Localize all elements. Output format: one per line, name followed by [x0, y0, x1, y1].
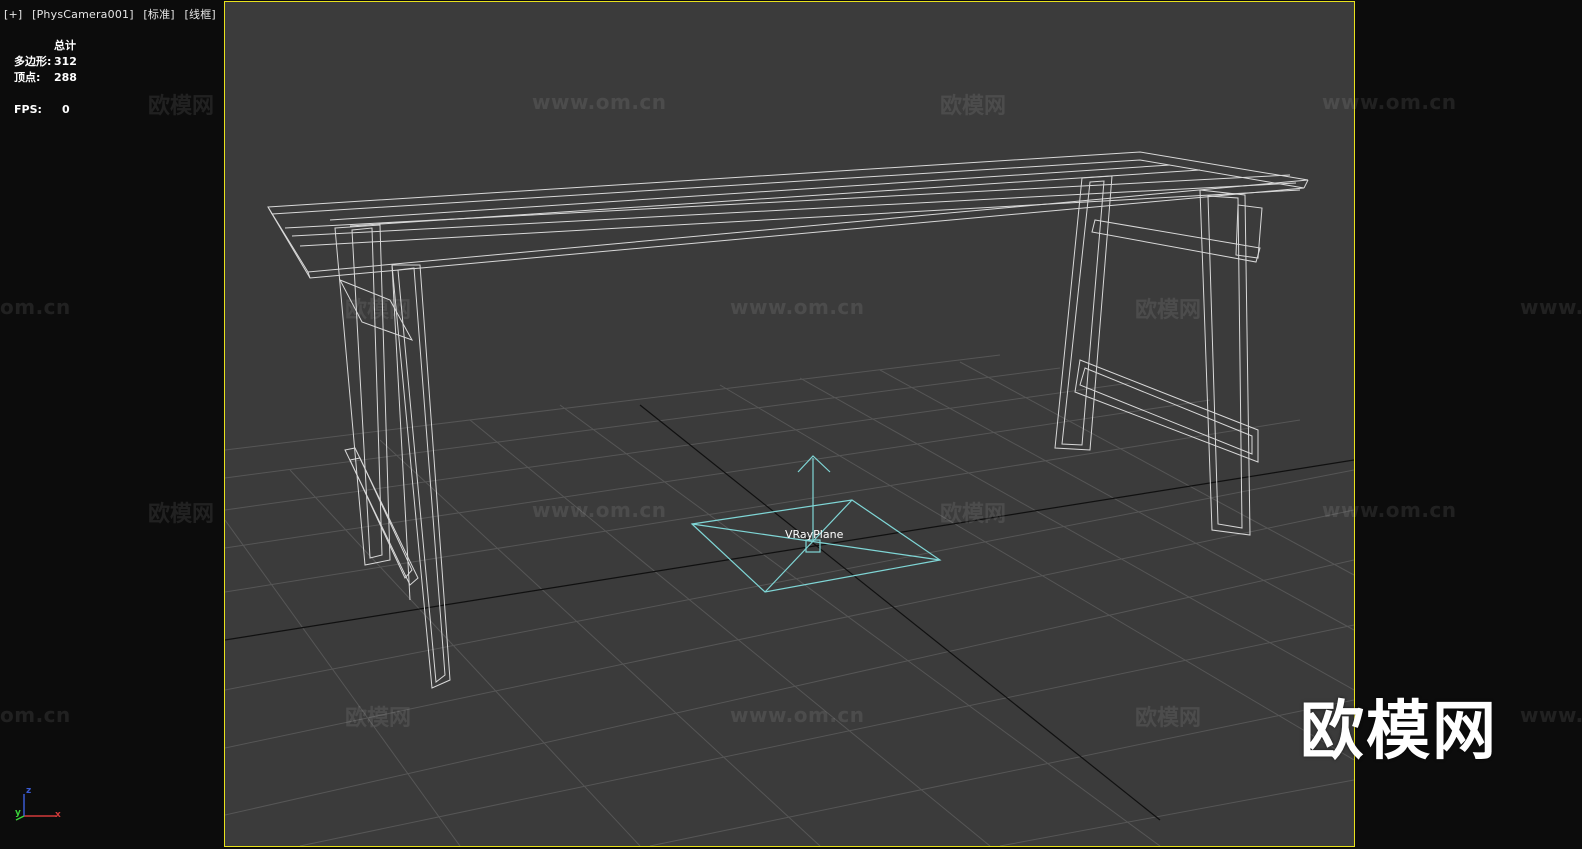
grid-axis-lines: [225, 404, 1354, 821]
wireframe-scene[interactable]: [0, 0, 1582, 849]
axis-x-label: x: [55, 810, 61, 820]
axis-z-label: z: [26, 786, 32, 796]
viewport[interactable]: [+] [PhysCamera001] [标准] [线框] 总计 多边形: 31…: [0, 0, 1582, 849]
axis-y-label: y: [15, 808, 21, 818]
bench-wireframe[interactable]: [267, 151, 1309, 689]
vray-plane-label: VRayPlane: [785, 528, 844, 541]
axis-tripod-icon: [15, 794, 56, 821]
home-grid: [225, 354, 1354, 846]
